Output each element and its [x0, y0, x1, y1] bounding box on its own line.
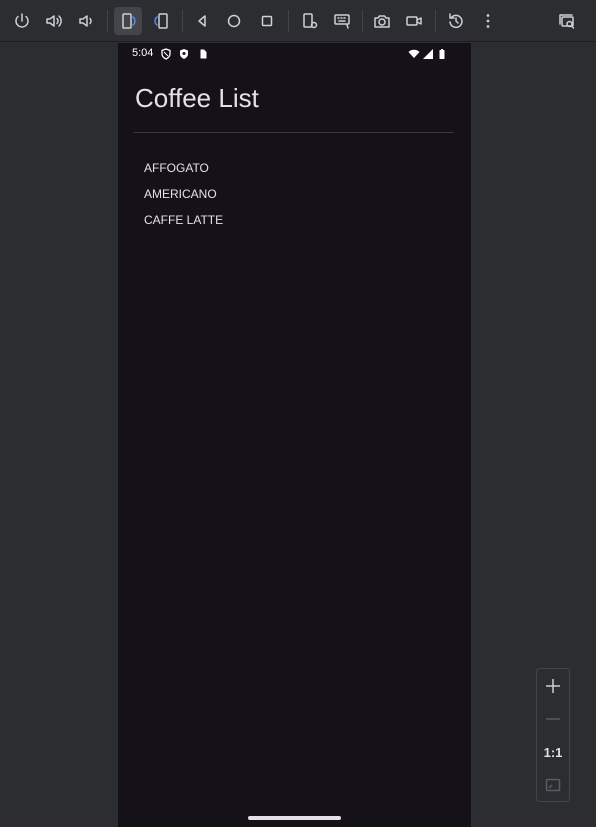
emulator-toolbar	[0, 0, 596, 42]
more-vertical-icon	[486, 14, 490, 28]
device-settings-button[interactable]	[296, 7, 324, 35]
overview-button[interactable]	[253, 7, 281, 35]
video-icon	[406, 16, 422, 26]
toolbar-separator	[362, 10, 363, 32]
volume-down-button[interactable]	[72, 7, 100, 35]
toolbar-separator	[107, 10, 108, 32]
video-button[interactable]	[400, 7, 428, 35]
volume-down-icon	[79, 15, 92, 27]
keyboard-button[interactable]	[328, 7, 356, 35]
minus-icon	[546, 718, 560, 720]
device-screen[interactable]: 5:04 Coffee List AFFOGATO AMERICANO CAFF…	[118, 43, 471, 827]
title-divider	[134, 132, 454, 133]
toolbar-separator	[182, 10, 183, 32]
zoom-in-button[interactable]	[540, 673, 566, 699]
home-icon	[227, 14, 241, 28]
shield-icon	[178, 47, 190, 59]
play-protect-icon	[160, 47, 172, 60]
status-bar: 5:04	[118, 43, 471, 65]
page-title: Coffee List	[135, 83, 259, 113]
snapshot-restore-button[interactable]	[442, 7, 470, 35]
rotate-left-button[interactable]	[114, 7, 142, 35]
cellular-signal-icon	[422, 47, 434, 59]
power-icon	[15, 13, 29, 28]
list-item[interactable]: CAFFE LATTE	[118, 203, 471, 237]
rotate-left-icon	[122, 13, 136, 29]
rotate-right-button[interactable]	[147, 7, 175, 35]
volume-up-button[interactable]	[40, 7, 68, 35]
zoom-window-button[interactable]	[553, 7, 581, 35]
back-button[interactable]	[188, 7, 216, 35]
zoom-window-icon	[559, 14, 575, 29]
battery-icon	[436, 47, 448, 59]
fit-screen-icon	[545, 778, 561, 792]
plus-icon	[546, 679, 560, 693]
camera-icon	[374, 15, 390, 28]
gesture-nav-handle[interactable]	[248, 816, 341, 820]
back-icon	[198, 15, 206, 27]
home-button[interactable]	[220, 7, 248, 35]
volume-up-icon	[46, 15, 62, 27]
zoom-controls: 1:1	[536, 668, 570, 802]
status-time: 5:04	[132, 47, 154, 59]
camera-button[interactable]	[368, 7, 396, 35]
keyboard-icon	[334, 14, 350, 29]
actual-size-button[interactable]: 1:1	[540, 739, 566, 765]
snapshot-restore-icon	[449, 13, 463, 29]
wifi-icon	[408, 47, 420, 59]
device-settings-icon	[303, 13, 318, 29]
zoom-out-button[interactable]	[540, 706, 566, 732]
toolbar-separator	[435, 10, 436, 32]
actual-size-label: 1:1	[543, 744, 563, 760]
fit-screen-button[interactable]	[540, 772, 566, 798]
coffee-list: AFFOGATO AMERICANO CAFFE LATTE	[118, 151, 471, 237]
more-button[interactable]	[474, 7, 502, 35]
sim-card-icon	[197, 47, 209, 59]
power-button[interactable]	[8, 7, 36, 35]
rotate-right-icon	[154, 13, 168, 29]
toolbar-separator	[288, 10, 289, 32]
overview-icon	[261, 15, 273, 27]
